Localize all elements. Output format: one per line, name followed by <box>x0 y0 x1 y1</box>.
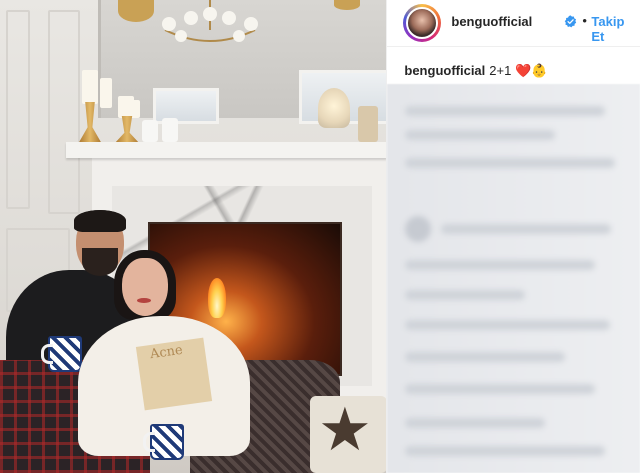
snow-globe <box>318 88 350 128</box>
fire-flame <box>208 278 226 318</box>
story-ring[interactable] <box>403 4 442 42</box>
man-hair <box>74 210 126 232</box>
blurred-comment-line <box>405 352 566 362</box>
wall-panel-left <box>48 10 80 214</box>
woman-lips <box>137 298 151 303</box>
separator-dot: • <box>582 13 587 28</box>
caption-text: 2+1 ❤️👶 <box>489 63 548 78</box>
ceiling-lamp <box>334 0 360 10</box>
blurred-comment-line <box>441 224 612 234</box>
blurred-comment-line <box>405 106 606 116</box>
instagram-post: ★ Acne benguofficial • Takip Et benguoff… <box>0 0 640 473</box>
candle <box>100 78 112 108</box>
blurred-comment-line <box>405 418 546 428</box>
blurred-comment-line <box>405 384 596 394</box>
caption-username[interactable]: benguofficial <box>404 63 485 78</box>
post-photo[interactable]: ★ Acne <box>0 0 387 473</box>
blurred-comment-line <box>405 290 526 300</box>
mantel-shelf <box>66 142 387 158</box>
blurred-comment-line <box>405 130 556 140</box>
candle-holder <box>114 116 140 144</box>
blurred-comment-line <box>405 446 606 456</box>
ceiling-lamp <box>118 0 154 22</box>
blurred-avatar <box>405 216 432 242</box>
blurred-comment-line <box>405 158 616 168</box>
candle <box>130 100 140 118</box>
wall-panel-top <box>6 10 30 209</box>
chandelier <box>162 0 258 42</box>
vase <box>162 118 178 142</box>
blurred-comments <box>387 84 640 473</box>
caption: benguofficial 2+1 ❤️👶 <box>404 63 547 79</box>
verified-badge-icon <box>565 15 577 28</box>
woman-face <box>122 258 168 316</box>
blurred-comment-line <box>405 320 611 330</box>
follow-button[interactable]: Takip Et <box>591 14 640 44</box>
blurred-comment-line <box>405 260 596 270</box>
vase <box>142 120 158 142</box>
star-pillow-icon: ★ <box>318 395 372 465</box>
mug <box>41 336 82 372</box>
mug <box>143 424 184 460</box>
candle-jar <box>358 106 378 142</box>
man-beard <box>82 248 118 276</box>
candle <box>82 70 98 104</box>
avatar[interactable] <box>406 7 439 39</box>
post-header: benguofficial • Takip Et <box>387 0 640 47</box>
username-link[interactable]: benguofficial <box>451 14 532 29</box>
post-sidebar: benguofficial • Takip Et benguofficial 2+… <box>386 0 640 473</box>
